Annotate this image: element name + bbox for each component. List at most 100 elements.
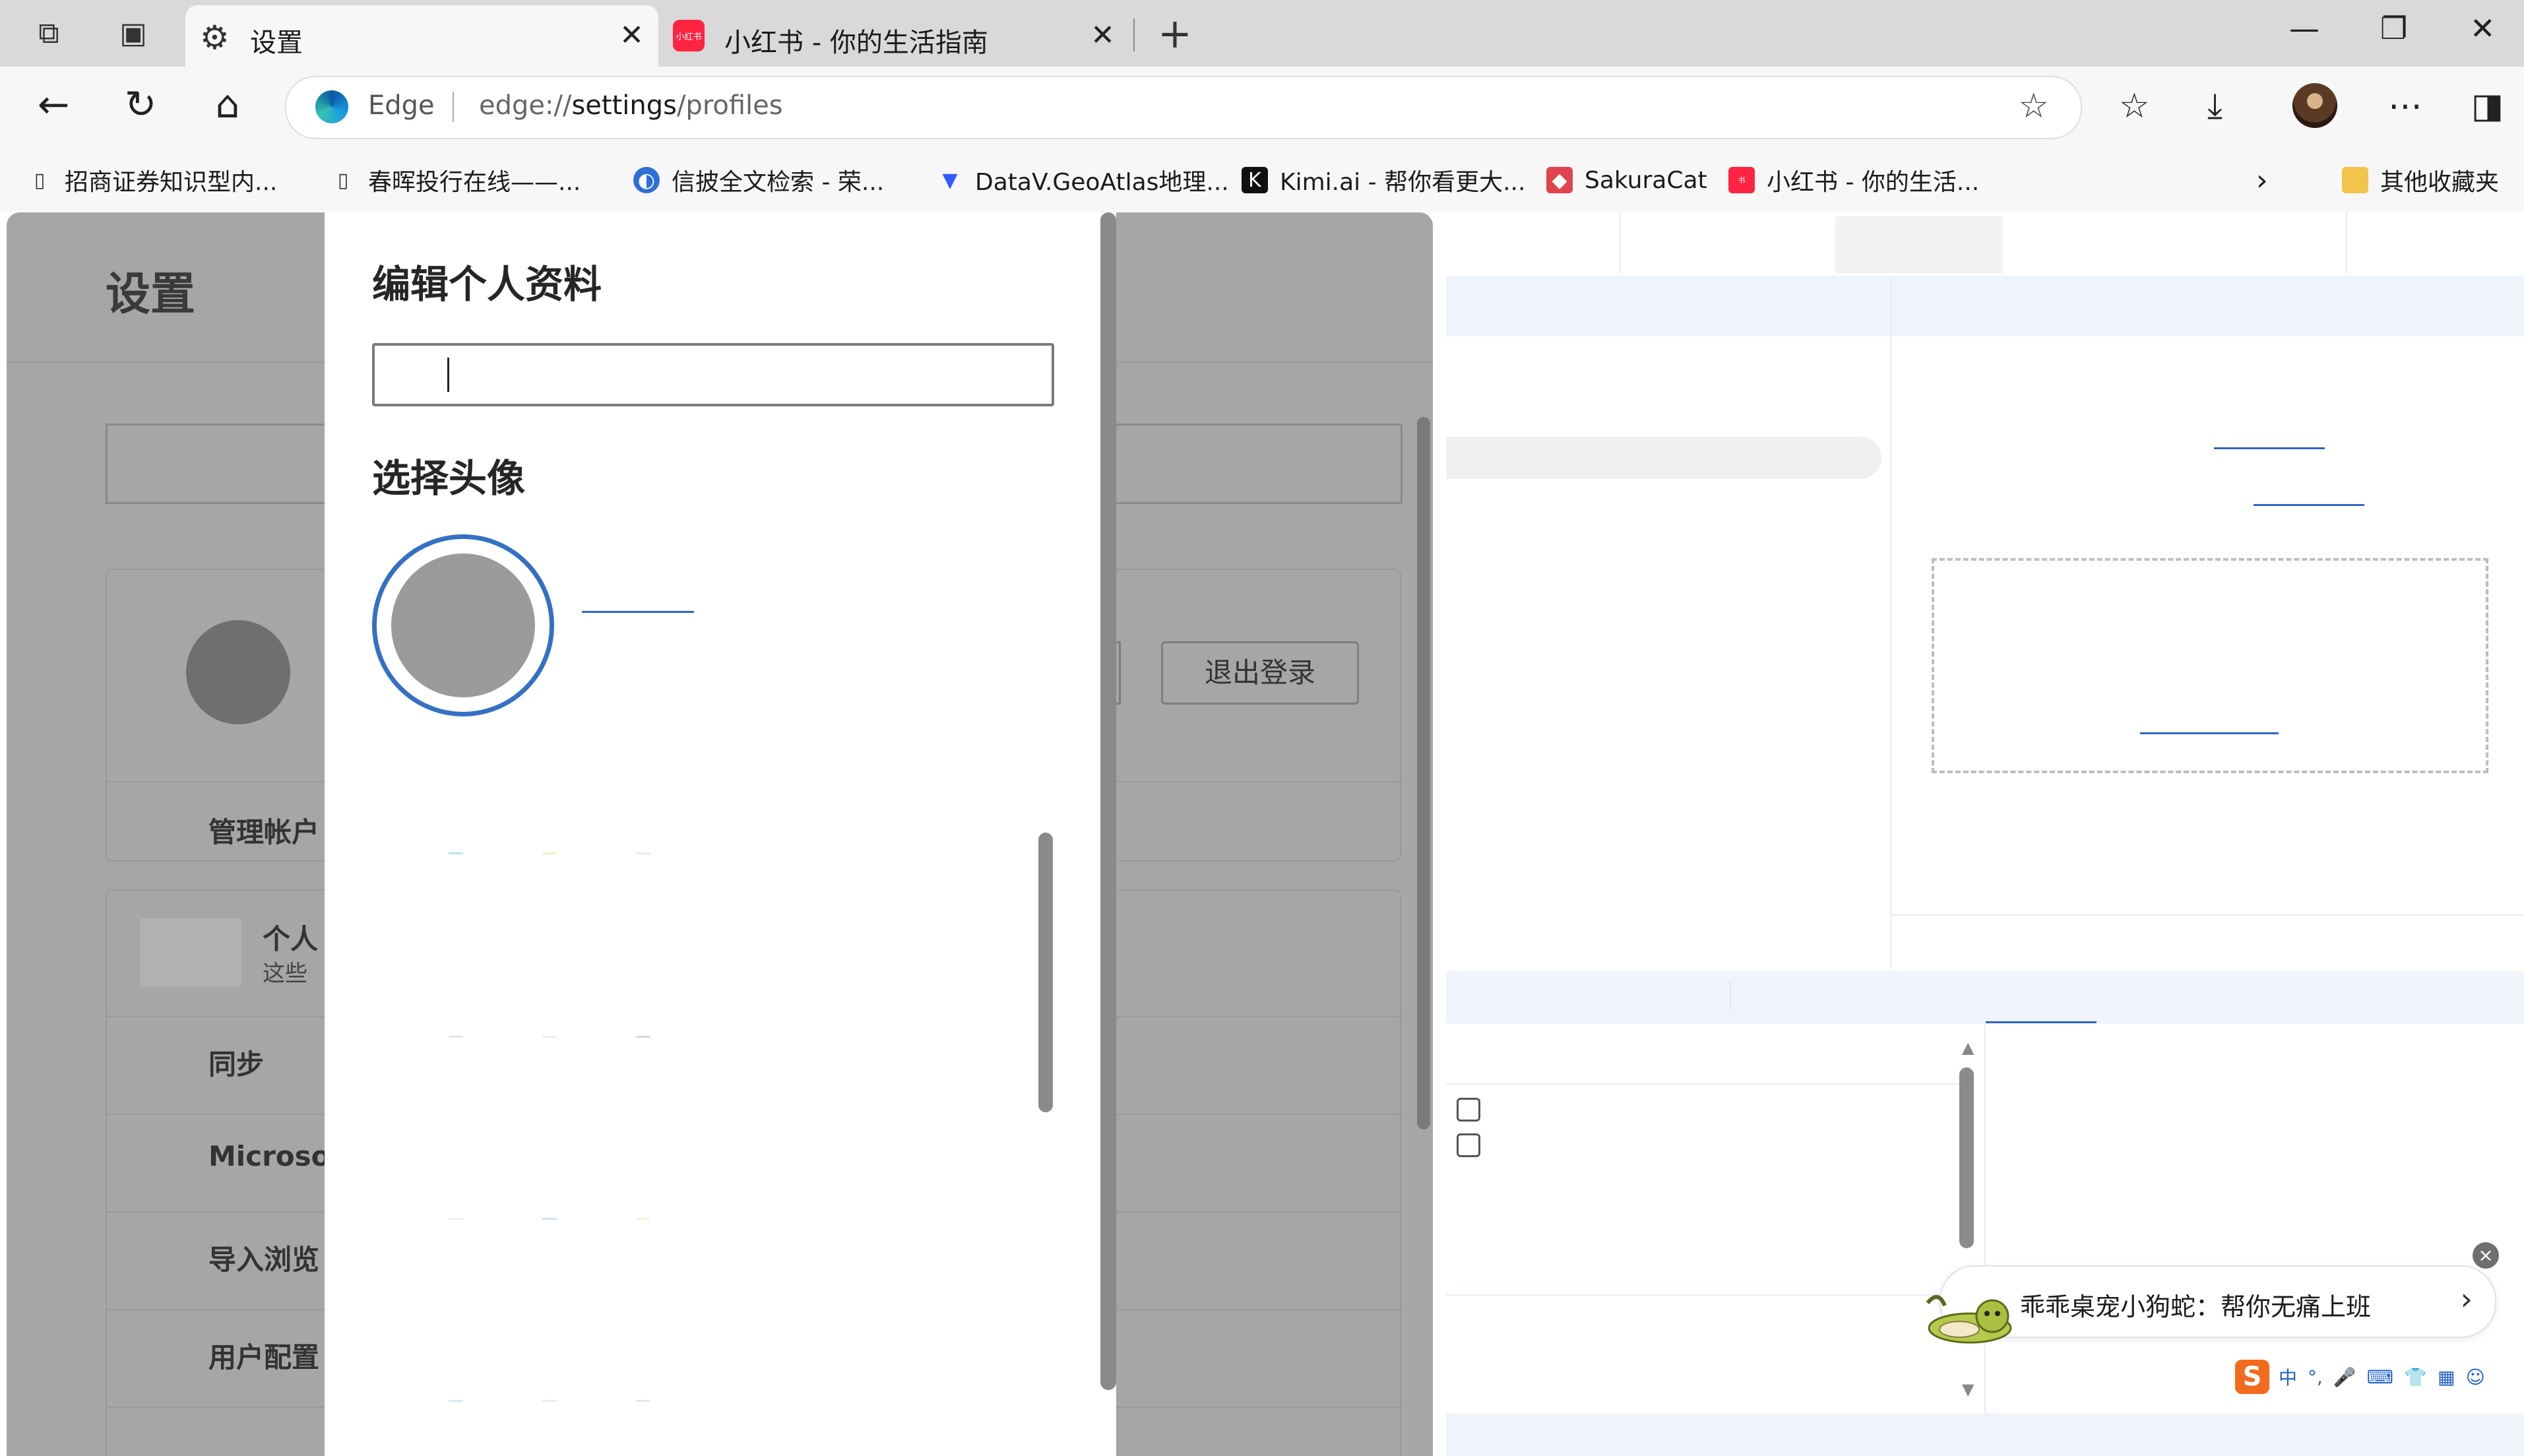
add-favorite-star-icon[interactable]: ☆ — [2018, 86, 2049, 126]
close-tab-icon[interactable]: ✕ — [1090, 18, 1115, 52]
link-placeholder[interactable] — [2254, 504, 2364, 506]
edit-profile-dialog: 编辑个人资料 选择头像 — [325, 212, 1116, 1456]
favorite-item[interactable]: ▯ 春晖投行在线——... — [330, 164, 581, 197]
tab-separator — [1133, 18, 1135, 51]
restore-button[interactable]: ❐ — [2380, 11, 2407, 46]
back-button[interactable]: ← — [30, 81, 77, 127]
chevron-right-icon[interactable]: › — [2461, 1281, 2473, 1317]
favorite-item[interactable]: ◆ SakuraCat — [1546, 164, 1707, 197]
avatar-option-selected[interactable] — [372, 534, 554, 716]
avatar-option[interactable] — [636, 852, 650, 854]
home-button[interactable]: ⌂ — [205, 81, 251, 127]
avatar-option[interactable] — [449, 852, 463, 854]
scroll-up-arrow-icon[interactable]: ▲ — [1962, 1038, 1974, 1057]
divider — [1620, 212, 1621, 273]
personal-info-icon — [140, 918, 241, 987]
document-icon: ▯ — [337, 168, 349, 192]
pet-widget-text: 乖乖桌宠小狗蛇：帮你无痛上班 — [2020, 1292, 2372, 1321]
profile-name-input[interactable] — [372, 343, 1054, 406]
ime-emoji-icon[interactable]: ☺ — [2466, 1366, 2485, 1388]
profile-preferences-row[interactable]: 用户配置 — [208, 1335, 319, 1376]
upload-drop-zone[interactable] — [1932, 558, 2488, 773]
divider — [1446, 1294, 1984, 1296]
import-data-row[interactable]: 导入浏览 — [208, 1238, 319, 1278]
tab-actions-icon[interactable]: ▣ — [115, 15, 152, 51]
divider — [1730, 980, 1731, 1009]
pet-widget-banner[interactable]: 乖乖桌宠小狗蛇：帮你无痛上班 › — [1940, 1265, 2496, 1338]
avatar-list-scrollbar[interactable] — [1038, 833, 1053, 1112]
sidebar-toggle-icon[interactable]: ◨ — [2471, 86, 2504, 126]
upload-avatar-link[interactable] — [582, 611, 694, 613]
ime-skin-icon[interactable]: 👕 — [2404, 1366, 2427, 1388]
avatar-option[interactable] — [636, 1036, 650, 1038]
list-scrollbar[interactable] — [1959, 1067, 1974, 1248]
tab-settings[interactable]: ⚙ 设置 ✕ — [185, 5, 658, 67]
close-tab-icon[interactable]: ✕ — [619, 18, 644, 52]
kimi-icon: K — [1242, 167, 1268, 193]
microsoft-rewards-row[interactable]: Microso — [208, 1140, 331, 1172]
link-placeholder[interactable] — [2214, 447, 2325, 449]
checkbox[interactable] — [1457, 1098, 1480, 1122]
avatar-option[interactable] — [636, 1218, 650, 1220]
ime-voice-icon[interactable]: 🎤 — [2333, 1366, 2356, 1388]
favorite-item[interactable]: ▯ 招商证券知识型内... — [26, 164, 278, 197]
avatar-section-title: 选择头像 — [372, 456, 526, 501]
avatar-option[interactable] — [542, 852, 557, 854]
favorite-item[interactable]: ◐ 信披全文检索 - 荣... — [633, 164, 884, 197]
document-icon: ▯ — [34, 168, 46, 192]
minimize-button[interactable]: — — [2289, 11, 2319, 46]
more-favorites-chevron-icon[interactable]: › — [2256, 164, 2268, 197]
folder-icon: ■ — [2342, 167, 2368, 193]
sign-out-button[interactable]: 退出登录 — [1161, 641, 1359, 705]
favorite-item[interactable]: ▼ DataV.GeoAtlas地理... — [937, 164, 1228, 197]
pet-widget-close-button[interactable]: × — [2473, 1242, 2499, 1269]
placeholder-block — [1835, 216, 2003, 273]
xiaohongshu-favicon: 小红书 — [673, 20, 705, 51]
address-bar[interactable]: Edge edge://settings/profiles ☆ — [285, 76, 2082, 139]
manage-account-link[interactable]: 管理帐户 — [208, 810, 319, 850]
avatar-option[interactable] — [542, 1400, 557, 1402]
active-tab-underline[interactable] — [1986, 1021, 2097, 1023]
avatar-option[interactable] — [449, 1036, 463, 1038]
tab-title: 小红书 - 你的生活指南 — [724, 28, 988, 58]
edge-logo-icon — [315, 90, 348, 123]
link-placeholder[interactable] — [2140, 732, 2279, 734]
new-tab-button[interactable]: + — [1158, 9, 1192, 57]
profile-avatar[interactable] — [2292, 83, 2337, 128]
more-options-icon[interactable]: ⋯ — [2388, 86, 2422, 126]
url-text[interactable]: edge://settings/profiles — [479, 90, 783, 121]
page-title: 设置 — [106, 269, 196, 321]
divider — [2346, 212, 2347, 273]
personal-info-sub: 这些 — [263, 961, 307, 987]
sogou-ime-icon[interactable]: S — [2235, 1360, 2269, 1394]
avatar-option[interactable] — [542, 1036, 557, 1038]
scroll-down-arrow-icon[interactable]: ▼ — [1962, 1380, 1974, 1399]
ime-chinese-mode[interactable]: 中 — [2279, 1364, 2297, 1390]
refresh-button[interactable]: ↻ — [117, 81, 164, 127]
avatar-option[interactable] — [542, 1218, 557, 1220]
workspaces-icon[interactable]: ⧉ — [30, 15, 67, 51]
avatar-option[interactable] — [449, 1400, 463, 1402]
downloads-icon[interactable]: ⤓ — [2207, 86, 2223, 127]
settings-scrollbar[interactable] — [1417, 417, 1430, 1129]
sakuracat-icon: ◆ — [1546, 167, 1573, 193]
divider — [1446, 1083, 1961, 1085]
favorites-icon[interactable]: ☆ — [2119, 86, 2150, 126]
favorites-bar: ▯ 招商证券知识型内... ▯ 春晖投行在线——... ◐ 信披全文检索 - 荣...… — [0, 149, 2524, 212]
avatar-option[interactable] — [636, 1400, 650, 1402]
ime-toolbar[interactable]: S 中 °, 🎤 ⌨ 👕 ▦ ☺ — [2235, 1358, 2499, 1396]
favorite-item[interactable]: K Kimi.ai - 帮你看更大... — [1242, 164, 1525, 197]
pet-snake-image[interactable] — [1918, 1277, 2017, 1349]
dialog-scrollbar[interactable] — [1100, 212, 1116, 1390]
close-window-button[interactable]: ✕ — [2470, 11, 2496, 46]
ime-keyboard-icon[interactable]: ⌨ — [2367, 1366, 2393, 1388]
checkbox[interactable] — [1457, 1133, 1480, 1157]
other-favorites-folder[interactable]: ■ 其他收藏夹 — [2342, 164, 2499, 197]
ime-punctuation-icon[interactable]: °, — [2308, 1366, 2323, 1388]
ime-toolbox-icon[interactable]: ▦ — [2438, 1366, 2455, 1388]
tab-xiaohongshu[interactable]: 小红书 小红书 - 你的生活指南 ✕ — [666, 5, 1128, 67]
sync-row[interactable]: 同步 — [208, 1042, 264, 1083]
favorite-item[interactable]: 书小红书 - 你的生活... — [1728, 164, 1979, 197]
datav-icon: ▼ — [942, 168, 958, 192]
avatar-option[interactable] — [449, 1218, 463, 1220]
